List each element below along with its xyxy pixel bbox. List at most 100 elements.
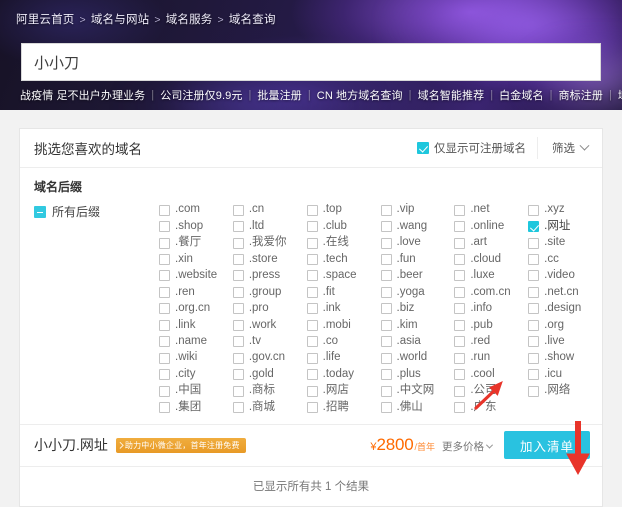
checkbox-box-icon[interactable]: [528, 386, 539, 397]
tld-checkbox-design[interactable]: .design: [528, 301, 602, 317]
tld-checkbox-link[interactable]: .link: [159, 317, 233, 333]
checkbox-box-icon[interactable]: [454, 270, 465, 281]
checkbox-box-icon[interactable]: [454, 353, 465, 364]
tld-checkbox-work[interactable]: .work: [233, 317, 307, 333]
tld-checkbox-招聘[interactable]: .招聘: [307, 399, 381, 415]
checkbox-box-icon[interactable]: [528, 303, 539, 314]
checkbox-box-icon[interactable]: [159, 320, 170, 331]
checkbox-box-icon[interactable]: [454, 238, 465, 249]
tld-checkbox-wang[interactable]: .wang: [381, 218, 455, 234]
promo-link-7[interactable]: 商标注册: [559, 87, 603, 103]
checkbox-box-icon[interactable]: [159, 353, 170, 364]
more-price-toggle[interactable]: 更多价格: [442, 439, 492, 454]
checkbox-box-icon[interactable]: [159, 386, 170, 397]
checkbox-box-icon[interactable]: [307, 221, 318, 232]
checkbox-box-icon[interactable]: [233, 402, 244, 413]
checkbox-checked-icon[interactable]: [528, 221, 539, 232]
tld-checkbox-plus[interactable]: .plus: [381, 366, 455, 382]
tld-checkbox-网络[interactable]: .网络: [528, 383, 602, 399]
checkbox-box-icon[interactable]: [454, 254, 465, 265]
tld-checkbox-xin[interactable]: .xin: [159, 251, 233, 267]
tld-checkbox-vip[interactable]: .vip: [381, 202, 455, 218]
checkbox-box-icon[interactable]: [233, 221, 244, 232]
tld-checkbox-art[interactable]: .art: [454, 235, 528, 251]
checkbox-box-icon[interactable]: [381, 254, 392, 265]
promo-link-2[interactable]: 公司注册仅9.9元: [160, 87, 242, 103]
tld-checkbox-网址[interactable]: .网址: [528, 218, 602, 234]
promo-link-5[interactable]: 域名智能推荐: [418, 87, 485, 103]
checkbox-box-icon[interactable]: [381, 270, 392, 281]
tld-checkbox-show[interactable]: .show: [528, 350, 602, 366]
checkbox-box-icon[interactable]: [381, 336, 392, 347]
checkbox-box-icon[interactable]: [417, 142, 429, 154]
tld-checkbox-org[interactable]: .org: [528, 317, 602, 333]
tld-checkbox-space[interactable]: .space: [307, 268, 381, 284]
tld-checkbox-luxe[interactable]: .luxe: [454, 268, 528, 284]
checkbox-box-icon[interactable]: [528, 369, 539, 380]
checkbox-box-icon[interactable]: [381, 221, 392, 232]
tld-checkbox-asia[interactable]: .asia: [381, 334, 455, 350]
tld-checkbox-world[interactable]: .world: [381, 350, 455, 366]
checkbox-box-icon[interactable]: [381, 205, 392, 216]
checkbox-box-icon[interactable]: [528, 320, 539, 331]
checkbox-box-icon[interactable]: [307, 386, 318, 397]
tld-checkbox-icu[interactable]: .icu: [528, 366, 602, 382]
tld-checkbox-website[interactable]: .website: [159, 268, 233, 284]
tld-checkbox-我爱你[interactable]: .我爱你: [233, 235, 307, 251]
checkbox-box-icon[interactable]: [159, 205, 170, 216]
domain-search-box[interactable]: [21, 43, 601, 81]
tld-checkbox-co[interactable]: .co: [307, 334, 381, 350]
checkbox-box-icon[interactable]: [159, 270, 170, 281]
tld-checkbox-商标[interactable]: .商标: [233, 383, 307, 399]
checkbox-box-icon[interactable]: [307, 205, 318, 216]
tld-checkbox-cool[interactable]: .cool: [454, 366, 528, 382]
tld-checkbox-中国[interactable]: .中国: [159, 383, 233, 399]
checkbox-box-icon[interactable]: [381, 386, 392, 397]
promo-link-3[interactable]: 批量注册: [257, 87, 301, 103]
checkbox-box-icon[interactable]: [159, 287, 170, 298]
checkbox-box-icon[interactable]: [454, 320, 465, 331]
checkbox-box-icon[interactable]: [454, 221, 465, 232]
add-to-cart-button[interactable]: 加入清单: [504, 431, 590, 459]
checkbox-box-icon[interactable]: [381, 320, 392, 331]
checkbox-box-icon[interactable]: [307, 336, 318, 347]
checkbox-box-icon[interactable]: [159, 303, 170, 314]
checkbox-box-icon[interactable]: [381, 238, 392, 249]
tld-checkbox-gov.cn[interactable]: .gov.cn: [233, 350, 307, 366]
tld-checkbox-group[interactable]: .group: [233, 284, 307, 300]
checkbox-box-icon[interactable]: [528, 336, 539, 347]
checkbox-box-icon[interactable]: [381, 369, 392, 380]
tld-checkbox-kim[interactable]: .kim: [381, 317, 455, 333]
checkbox-box-icon[interactable]: [307, 287, 318, 298]
tld-checkbox-com.cn[interactable]: .com.cn: [454, 284, 528, 300]
promo-link-6[interactable]: 白金域名: [499, 87, 543, 103]
tld-checkbox-city[interactable]: .city: [159, 366, 233, 382]
checkbox-box-icon[interactable]: [159, 336, 170, 347]
tld-checkbox-集团[interactable]: .集团: [159, 399, 233, 415]
checkbox-box-icon[interactable]: [454, 402, 465, 413]
tld-checkbox-gold[interactable]: .gold: [233, 366, 307, 382]
tld-checkbox-shop[interactable]: .shop: [159, 218, 233, 234]
tld-checkbox-top[interactable]: .top: [307, 202, 381, 218]
tld-checkbox-mobi[interactable]: .mobi: [307, 317, 381, 333]
tld-checkbox-org.cn[interactable]: .org.cn: [159, 301, 233, 317]
tld-checkbox-info[interactable]: .info: [454, 301, 528, 317]
promo-link-4[interactable]: CN 地方域名查询: [317, 87, 403, 103]
tld-checkbox-red[interactable]: .red: [454, 334, 528, 350]
tld-checkbox-video[interactable]: .video: [528, 268, 602, 284]
tld-checkbox-love[interactable]: .love: [381, 235, 455, 251]
tld-checkbox-biz[interactable]: .biz: [381, 301, 455, 317]
checkbox-box-icon[interactable]: [307, 402, 318, 413]
checkbox-box-icon[interactable]: [528, 254, 539, 265]
checkbox-box-icon[interactable]: [381, 353, 392, 364]
tld-checkbox-cc[interactable]: .cc: [528, 251, 602, 267]
tld-checkbox-pro[interactable]: .pro: [233, 301, 307, 317]
checkbox-box-icon[interactable]: [307, 369, 318, 380]
tld-checkbox-cn[interactable]: .cn: [233, 202, 307, 218]
only-available-checkbox[interactable]: 仅显示可注册域名: [417, 137, 538, 159]
checkbox-box-icon[interactable]: [233, 287, 244, 298]
checkbox-box-icon[interactable]: [233, 238, 244, 249]
checkbox-box-icon[interactable]: [233, 303, 244, 314]
tld-checkbox-tech[interactable]: .tech: [307, 251, 381, 267]
checkbox-box-icon[interactable]: [454, 287, 465, 298]
